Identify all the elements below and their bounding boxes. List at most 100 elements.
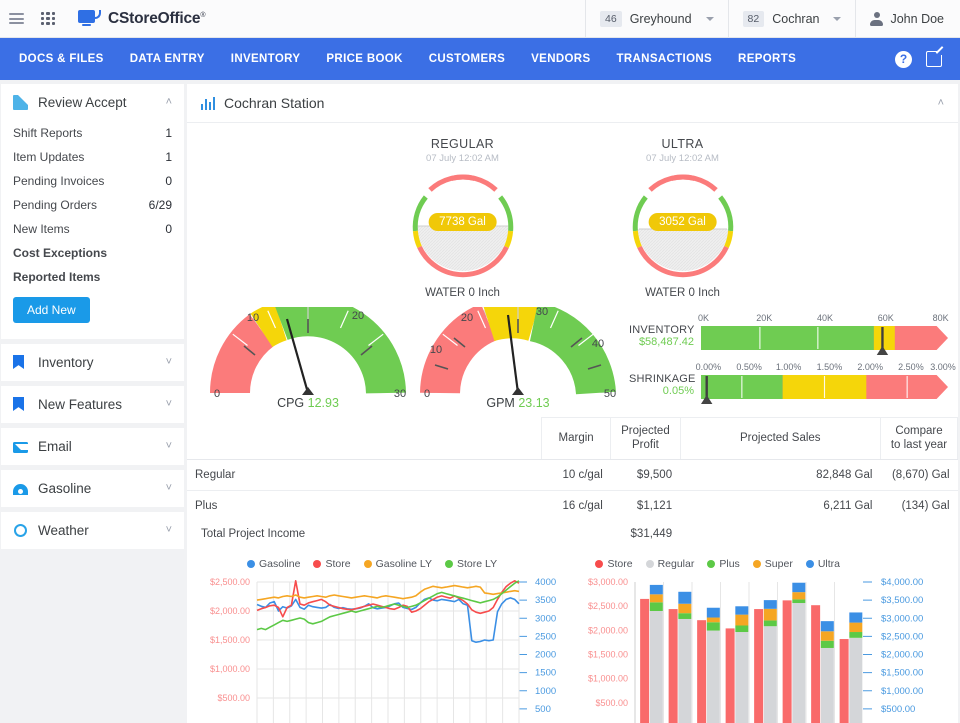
list-item[interactable]: New Items 0: [13, 217, 172, 241]
table-row[interactable]: Regular 10 c/gal $9,500 82,848 Gal (8,67…: [187, 459, 958, 491]
legend-item[interactable]: Gasoline LY: [363, 558, 432, 570]
progress-bar-track[interactable]: [701, 325, 948, 355]
legend-color-swatch: [805, 559, 814, 568]
brand-trademark: ®: [200, 11, 206, 19]
add-new-button[interactable]: Add New: [13, 297, 90, 323]
svg-text:$1,000.00: $1,000.00: [210, 664, 250, 674]
nav-item-vendors[interactable]: VENDORS: [518, 38, 603, 80]
nav-item-transactions[interactable]: TRANSACTIONS: [603, 38, 725, 80]
store-name: Cochran: [772, 11, 820, 26]
svg-text:$3,000.00: $3,000.00: [881, 613, 923, 624]
column-header-blank: [187, 417, 542, 460]
progress-bar-value: 0.05%: [662, 385, 694, 397]
chevron-down-icon[interactable]: ˅: [166, 525, 172, 536]
legend-item[interactable]: Store: [313, 558, 351, 570]
edit-icon[interactable]: [926, 48, 945, 67]
fuel-grade-name: Regular: [187, 459, 542, 491]
line-chart[interactable]: $0.00$500.00$1,000.00$1,500.00$2,000.00$…: [187, 572, 573, 723]
svg-text:$2,500.00: $2,500.00: [210, 577, 250, 587]
legend-item[interactable]: Store: [595, 558, 633, 570]
list-item-label: Cost Exceptions: [13, 246, 108, 260]
sidebar-section-title: Inventory: [38, 355, 94, 370]
gauge-value: 23.13: [518, 396, 550, 410]
list-item[interactable]: Reported Items: [13, 265, 172, 289]
list-item[interactable]: Shift Reports 1: [13, 121, 172, 145]
nav-item-price-book[interactable]: PRICE BOOK: [313, 38, 415, 80]
sidebar-item-gasoline[interactable]: Gasoline ˅: [1, 470, 184, 507]
list-item-value: 0: [165, 174, 172, 188]
cstoreoffice-logo-icon: [78, 9, 102, 28]
legend-item[interactable]: Plus: [707, 558, 740, 570]
legend-color-swatch: [363, 559, 372, 568]
nav-actions: ?: [895, 48, 960, 68]
tick-label: 20K: [756, 313, 773, 323]
total-spacer: [680, 521, 880, 549]
user-menu[interactable]: John Doe: [855, 0, 960, 37]
gauge-cpg: 0 30 10 20 CPG 12.93: [203, 296, 413, 410]
column-header-margin: Margin: [540, 417, 612, 460]
legend-item[interactable]: Super: [752, 558, 793, 570]
tick-label: 80K: [932, 313, 949, 323]
chevron-down-icon[interactable]: ˅: [166, 399, 172, 410]
legend-item[interactable]: Gasoline: [247, 558, 300, 570]
table-header-row: Margin Projected Profit Projected Sales …: [187, 417, 959, 460]
column-header-projected-profit: Projected Profit: [610, 417, 681, 460]
sidebar-card-email: Email ˅: [1, 428, 184, 465]
table-total-row: Total Project Income $31,449: [187, 521, 958, 549]
progress-bar-track[interactable]: [701, 374, 948, 404]
hamburger-menu-button[interactable]: [0, 13, 32, 24]
progress-bar-ticks: 0.00% 0.50% 1.00% 1.50% 2.00% 2.50% 3.00…: [696, 362, 956, 374]
list-item-label: Shift Reports: [13, 126, 83, 140]
fuel-projected-sales: 6,211 Gal: [823, 499, 873, 512]
list-item[interactable]: Pending Invoices 0: [13, 169, 172, 193]
gauge-tick-max: 30: [394, 388, 406, 399]
column-header-compare-last-year: Compare to last year: [879, 417, 959, 460]
sidebar-item-inventory[interactable]: Inventory ˅: [1, 344, 184, 381]
store-selector[interactable]: 82 Cochran: [727, 0, 856, 37]
progress-bar-label: INVENTORY $58,487.42: [629, 313, 701, 348]
list-item[interactable]: Cost Exceptions: [13, 241, 172, 265]
brand-logo-link[interactable]: CStoreOffice®: [78, 9, 206, 28]
collapse-station-chevron-up-icon[interactable]: ˄: [938, 97, 944, 109]
nav-item-data-entry[interactable]: DATA ENTRY: [117, 38, 218, 80]
legend-color-swatch: [445, 559, 453, 568]
apps-grid-button[interactable]: [32, 11, 64, 26]
list-item[interactable]: Item Updates 1: [13, 145, 172, 169]
organization-selector[interactable]: 46 Greyhound: [585, 0, 728, 37]
legend-item[interactable]: Ultra: [805, 558, 840, 570]
help-icon[interactable]: ?: [895, 50, 912, 68]
legend-item[interactable]: Regular: [645, 557, 695, 570]
svg-text:3000: 3000: [535, 613, 556, 624]
nav-item-inventory[interactable]: INVENTORY: [218, 38, 314, 80]
fuel-projected-profit: $1,121: [636, 499, 673, 512]
sidebar-item-new-features[interactable]: New Features ˅: [1, 386, 184, 423]
legend-item[interactable]: Store LY: [445, 558, 497, 570]
nav-item-reports[interactable]: REPORTS: [725, 38, 809, 80]
list-item[interactable]: Pending Orders 6/29: [13, 193, 172, 217]
store-badge: 82: [742, 10, 765, 27]
svg-text:$1,500.00: $1,500.00: [587, 649, 627, 659]
grid-apps-icon: [41, 11, 55, 26]
svg-text:$2,000.00: $2,000.00: [881, 649, 923, 660]
tank-water-level: WATER 0 Inch: [425, 287, 500, 299]
tick-label: 0.00%: [695, 362, 722, 372]
sidebar-item-weather[interactable]: Weather ˅: [1, 512, 184, 549]
fuel-grade-name: Plus: [195, 499, 218, 512]
sidebar-item-review-accept[interactable]: Review Accept ˄: [1, 84, 184, 121]
chevron-down-icon[interactable]: ˅: [166, 483, 172, 494]
bar-chart[interactable]: $0.00$500.00$1,000.00$1,500.00$2,000.00$…: [573, 572, 959, 723]
chevron-up-icon[interactable]: ˄: [166, 97, 172, 108]
progress-bar-marker: [701, 376, 713, 404]
chevron-down-icon[interactable]: ˅: [166, 441, 172, 452]
legend-label: Regular: [657, 557, 695, 570]
list-item-label: Pending Invoices: [13, 174, 105, 188]
table-row[interactable]: Plus 16 c/gal $1,121 6,211 Gal (134) Gal: [187, 490, 958, 521]
gauge-tick: 40: [592, 338, 604, 350]
tank-ring[interactable]: 7738 Gal: [409, 171, 517, 279]
tank-ring[interactable]: 3052 Gal: [629, 171, 737, 279]
nav-item-customers[interactable]: CUSTOMERS: [416, 38, 518, 80]
sidebar-item-email[interactable]: Email ˅: [1, 428, 184, 465]
nav-item-docs-files[interactable]: DOCS & FILES: [6, 38, 117, 80]
chevron-down-icon[interactable]: ˅: [166, 357, 172, 368]
brand-name: CStoreOffice®: [108, 9, 206, 27]
